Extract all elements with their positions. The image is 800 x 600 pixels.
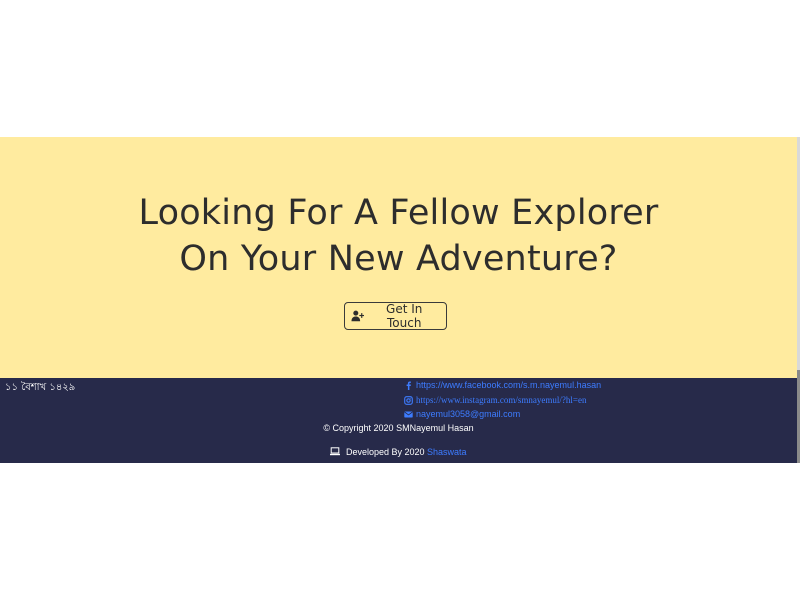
instagram-link[interactable]: https://www.instagram.com/smnayemul/?hl=… (416, 395, 586, 405)
copyright-text: © Copyright 2020 SMNayemul Hasan (323, 423, 474, 433)
email-link-row: nayemul3058@gmail.com (404, 409, 520, 419)
developer-credit: Developed By 2020 Shaswata (0, 447, 797, 457)
hero-title-line-1: Looking For A Fellow Explorer (138, 193, 659, 233)
laptop-icon (330, 447, 341, 456)
user-plus-icon (351, 310, 365, 322)
get-in-touch-label: Get In Touch (386, 302, 423, 330)
get-in-touch-button[interactable]: Get In Touch (344, 302, 447, 330)
developer-name-link[interactable]: Shaswata (427, 447, 467, 457)
instagram-link-row: https://www.instagram.com/smnayemul/?hl=… (404, 395, 586, 405)
email-link[interactable]: nayemul3058@gmail.com (416, 409, 520, 419)
developed-by-label: Developed By 2020 (345, 447, 425, 457)
facebook-icon (406, 381, 411, 390)
hero-title: Looking For A Fellow Explorer On Your Ne… (0, 190, 797, 282)
facebook-link[interactable]: https://www.facebook.com/s.m.nayemul.has… (416, 380, 601, 390)
bengali-date: ১১ বৈশাখ ১৪২৯ (5, 382, 76, 393)
instagram-icon (404, 395, 413, 405)
hero-title-line-2: On Your New Adventure? (179, 239, 618, 279)
envelope-icon (404, 411, 413, 417)
facebook-link-row: https://www.facebook.com/s.m.nayemul.has… (404, 380, 601, 390)
